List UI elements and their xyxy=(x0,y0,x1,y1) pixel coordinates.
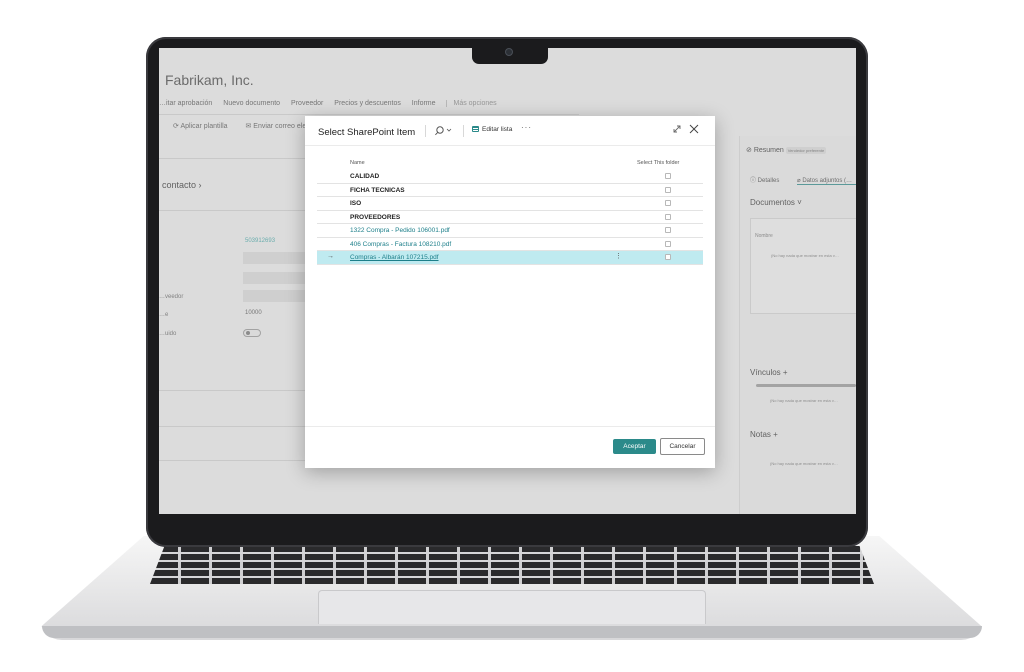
list-item[interactable]: PROVEEDORES xyxy=(317,211,703,224)
dialog-footer: Aceptar Cancelar xyxy=(305,426,715,468)
laptop-base-lip xyxy=(42,626,982,638)
list-item[interactable]: CALIDAD xyxy=(317,170,703,184)
item-list: CALIDAD FICHA TECNICAS ISO PROVEEDORES 1… xyxy=(317,170,703,265)
select-checkbox[interactable] xyxy=(665,173,671,179)
screen: Fabrikam, Inc. …itar aprobación Nuevo do… xyxy=(159,48,856,514)
dialog-title: Select SharePoint Item xyxy=(318,127,416,138)
row-arrow-icon: → xyxy=(327,253,334,260)
cancel-button[interactable]: Cancelar xyxy=(660,438,705,455)
dialog-header: Select SharePoint Item Editar lista ··· xyxy=(305,116,715,146)
item-name[interactable]: PROVEEDORES xyxy=(350,214,400,221)
item-name[interactable]: ISO xyxy=(350,200,361,207)
item-name[interactable]: FICHA TECNICAS xyxy=(350,187,405,194)
more-options-button[interactable]: ··· xyxy=(521,123,532,132)
item-name[interactable]: 406 Compras - Factura 108210.pdf xyxy=(350,241,451,248)
expand-icon[interactable] xyxy=(671,122,683,134)
sharepoint-dialog: Select SharePoint Item Editar lista ··· xyxy=(305,116,715,468)
item-name[interactable]: Compras - Albarán 107215.pdf xyxy=(350,254,439,261)
column-header-name[interactable]: Name xyxy=(350,160,365,166)
list-icon xyxy=(472,126,479,133)
list-item[interactable]: 406 Compras - Factura 108210.pdf xyxy=(317,238,703,251)
list-item[interactable]: FICHA TECNICAS xyxy=(317,184,703,197)
list-item-selected[interactable]: → Compras - Albarán 107215.pdf ⋮ xyxy=(317,251,703,265)
separator xyxy=(425,125,426,137)
select-checkbox[interactable] xyxy=(665,213,671,220)
trackpad xyxy=(318,590,706,624)
keyboard-keys xyxy=(150,546,874,584)
camera-icon xyxy=(505,48,513,56)
search-icon[interactable] xyxy=(433,124,455,138)
edit-list-button[interactable]: Editar lista xyxy=(472,126,512,133)
select-checkbox[interactable] xyxy=(665,240,671,247)
select-checkbox[interactable] xyxy=(665,200,671,206)
list-item[interactable]: 1322 Compra - Pedido 106001.pdf xyxy=(317,224,703,238)
column-header-select[interactable]: Select This folder xyxy=(637,160,679,166)
item-name[interactable]: 1322 Compra - Pedido 106001.pdf xyxy=(350,227,450,234)
select-checkbox[interactable] xyxy=(665,254,671,260)
grid-header: Name Select This folder xyxy=(317,157,703,170)
separator xyxy=(463,125,464,137)
close-icon[interactable] xyxy=(688,122,700,134)
row-menu-icon[interactable]: ⋮ xyxy=(615,252,622,260)
item-name[interactable]: CALIDAD xyxy=(350,173,379,180)
select-checkbox[interactable] xyxy=(665,227,671,233)
select-checkbox[interactable] xyxy=(665,186,671,193)
list-item[interactable]: ISO xyxy=(317,197,703,211)
ok-button[interactable]: Aceptar xyxy=(613,439,656,454)
